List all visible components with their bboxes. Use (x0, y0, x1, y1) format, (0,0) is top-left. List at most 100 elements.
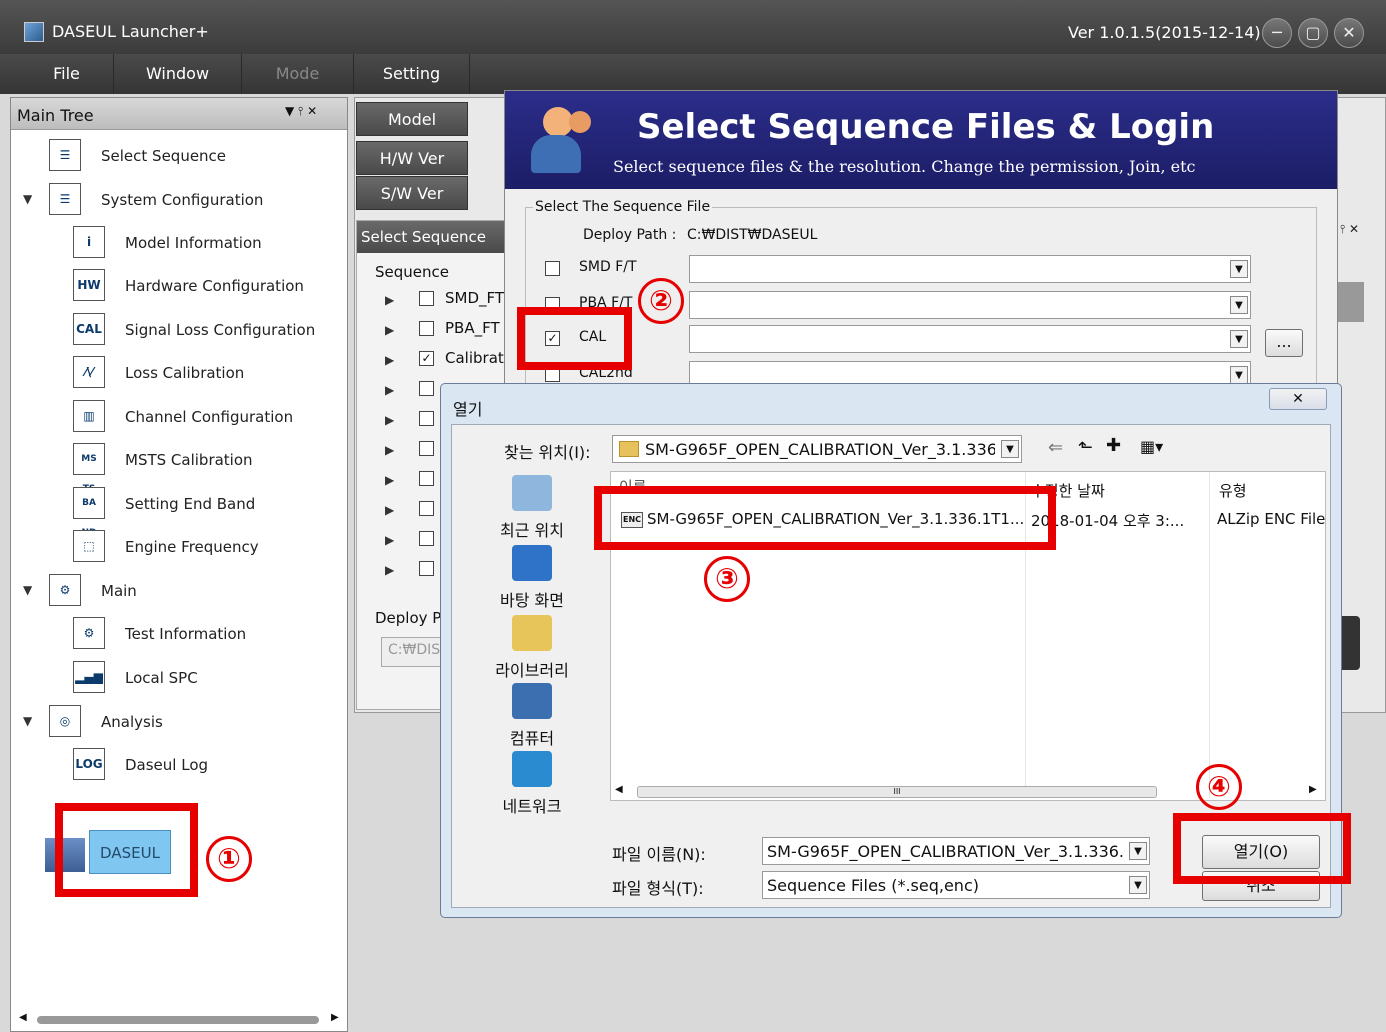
version-label: Ver 1.0.1.5(2015-12-14) (1068, 23, 1261, 42)
place-network[interactable]: 네트워크 (482, 751, 582, 817)
select-sequence-title: Select Sequence (357, 221, 505, 253)
filename-label: 파일 이름(N): (612, 845, 706, 864)
minimize-button[interactable]: ─ (1262, 18, 1292, 48)
place-desktop[interactable]: 바탕 화면 (482, 545, 582, 611)
tree-item[interactable]: Analysis (101, 702, 163, 742)
model-button[interactable]: Model (356, 102, 468, 136)
filetype-label: 파일 형식(T): (612, 879, 704, 898)
tree-item[interactable]: Main (101, 571, 137, 611)
sequence-checkbox[interactable] (419, 441, 434, 456)
right-panel-scroll[interactable] (1338, 282, 1364, 322)
info-icon: i (73, 226, 105, 258)
title-bar: DASEUL Launcher+ Ver 1.0.1.5(2015-12-14)… (0, 0, 1386, 54)
tree-item[interactable]: Daseul Log (125, 745, 208, 785)
lookin-label: 찾는 위치(I): (504, 443, 591, 462)
menu-mode[interactable]: Mode (242, 54, 354, 94)
sequence-label: PBA_FT (445, 319, 500, 337)
tree-item[interactable]: MSTS Calibration (125, 440, 253, 480)
sequence-checkbox[interactable]: ✓ (419, 351, 434, 366)
expand-icon[interactable]: ▶ (385, 443, 394, 457)
filetype-select[interactable]: Sequence Files (*.seq,enc) ▼ (762, 871, 1150, 899)
sequence-file-combo[interactable]: ▼ (689, 291, 1251, 319)
tree-item[interactable]: Engine Frequency (125, 527, 259, 567)
expand-icon[interactable]: ▶ (385, 533, 394, 547)
panel-menu-icon[interactable]: ▼ ⫯ ✕ (285, 104, 317, 119)
tree-expand-icon[interactable]: ▼ (23, 714, 32, 728)
tree-item[interactable]: Local SPC (125, 658, 198, 698)
expand-icon[interactable]: ▶ (385, 473, 394, 487)
users-icon (527, 103, 599, 177)
close-button[interactable]: ✕ (1334, 18, 1364, 48)
annotation-2: ② (638, 278, 684, 324)
hw-ver-button[interactable]: H/W Ver (356, 141, 468, 175)
view-menu-icon[interactable]: ▦▾ (1140, 437, 1163, 456)
horizontal-scrollbar[interactable]: ◀ ▶ (19, 1012, 341, 1028)
sequence-checkbox[interactable] (419, 471, 434, 486)
sequence-file-combo[interactable]: ▼ (689, 255, 1251, 283)
sequence-checkbox[interactable] (419, 321, 434, 336)
sequence-file-combo[interactable]: ▼ (689, 325, 1251, 353)
expand-icon[interactable]: ▶ (385, 563, 394, 577)
up-folder-icon[interactable]: ⬑ (1078, 437, 1093, 458)
menu-setting[interactable]: Setting (354, 54, 470, 94)
maximize-button[interactable]: ▢ (1298, 18, 1328, 48)
expand-icon[interactable]: ▶ (385, 413, 394, 427)
tree-item[interactable]: System Configuration (101, 180, 263, 220)
sequence-file-label: SMD F/T (579, 259, 637, 275)
new-folder-icon[interactable]: ✚ (1106, 435, 1121, 456)
sequence-checkbox[interactable] (419, 381, 434, 396)
file-type: ALZip ENC File (1217, 510, 1326, 528)
network-icon (512, 751, 552, 787)
dialog-close-button[interactable]: ✕ (1269, 388, 1327, 410)
expand-icon[interactable]: ▶ (385, 503, 394, 517)
filename-field[interactable]: SM-G965F_OPEN_CALIBRATION_Ver_3.1.336.1 … (762, 837, 1150, 865)
tree-item[interactable]: Channel Configuration (125, 397, 293, 437)
right-panel-pin[interactable]: ⫯ ✕ (1340, 222, 1359, 237)
place-computer[interactable]: 컴퓨터 (482, 683, 582, 749)
frequency-icon: ⬚ (73, 530, 105, 562)
sequence-checkbox[interactable] (419, 411, 434, 426)
dark-side-tab (1340, 616, 1360, 670)
tree-item[interactable]: Loss Calibration (125, 353, 244, 393)
menu-file[interactable]: File (20, 54, 114, 94)
sequence-group-label: Sequence (375, 263, 449, 281)
computer-icon (512, 683, 552, 719)
column-type[interactable]: 유형 (1219, 480, 1247, 501)
browse-button[interactable]: ... (1265, 329, 1303, 357)
place-libraries[interactable]: 라이브러리 (482, 615, 582, 681)
tree-item[interactable]: Setting End Band (125, 484, 255, 524)
dialog-title: Select Sequence Files & Login (637, 107, 1215, 147)
tree-item[interactable]: Model Information (125, 223, 262, 263)
analysis-icon: ◎ (49, 705, 81, 737)
menu-window[interactable]: Window (114, 54, 242, 94)
lookin-combo[interactable]: SM-G965F_OPEN_CALIBRATION_Ver_3.1.336. ▼ (612, 435, 1022, 463)
sequence-checkbox[interactable] (419, 561, 434, 576)
annotation-box-1 (55, 803, 198, 897)
sequence-file-checkbox[interactable] (545, 261, 560, 276)
back-icon[interactable]: ⇐ (1048, 437, 1063, 458)
channel-icon: ▥ (73, 400, 105, 432)
annotation-3: ③ (704, 556, 750, 602)
tree-item[interactable]: Signal Loss Configuration (125, 310, 315, 350)
expand-icon[interactable]: ▶ (385, 323, 394, 337)
place-label: 바탕 화면 (500, 591, 564, 610)
tree-expand-icon[interactable]: ▼ (23, 192, 32, 206)
main-icon: ⚙ (49, 574, 81, 606)
test-icon: ⚙ (73, 617, 105, 649)
tree-item[interactable]: Select Sequence (101, 136, 226, 176)
tree-item[interactable]: Test Information (125, 614, 246, 654)
sequence-checkbox[interactable] (419, 291, 434, 306)
sw-ver-button[interactable]: S/W Ver (356, 176, 468, 210)
expand-icon[interactable]: ▶ (385, 293, 394, 307)
sequence-checkbox[interactable] (419, 531, 434, 546)
tree-item[interactable]: Hardware Configuration (125, 266, 304, 306)
sequence-icon: ☰ (49, 139, 81, 171)
place-recent-places[interactable]: 최근 위치 (482, 475, 582, 541)
sequence-checkbox[interactable] (419, 501, 434, 516)
expand-icon[interactable]: ▶ (385, 353, 394, 367)
place-label: 네트워크 (502, 797, 562, 816)
expand-icon[interactable]: ▶ (385, 383, 394, 397)
app-title: DASEUL Launcher+ (52, 22, 209, 41)
annotation-1: ① (206, 836, 252, 882)
tree-expand-icon[interactable]: ▼ (23, 583, 32, 597)
